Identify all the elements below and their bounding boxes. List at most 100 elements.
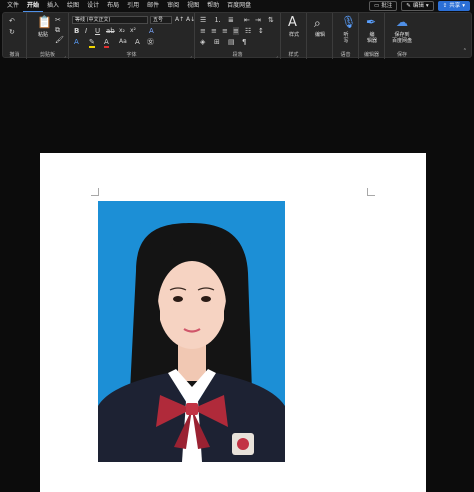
bullets-icon[interactable]: ☰: [200, 16, 206, 24]
bold-icon[interactable]: B: [74, 27, 79, 35]
paragraph-group: ☰ ⒈ ≣ ⇤ ⇥ ⇅ ≡ ≡ ≡ ≡ ☷ ↕ ◈ ⊞ ▤ ¶ 段落 ⌟: [195, 13, 281, 59]
tab-3[interactable]: 绘图: [63, 0, 83, 12]
styles-icon[interactable]: A: [288, 16, 297, 29]
editing-button[interactable]: 编辑: [309, 32, 331, 38]
increase-indent-icon[interactable]: ⇥: [255, 16, 261, 24]
undo-icon[interactable]: ↶: [9, 17, 15, 25]
borders-icon[interactable]: ⊞: [214, 38, 220, 46]
cloud-save-icon[interactable]: ☁: [396, 16, 408, 28]
editor-pen-icon[interactable]: ✒: [366, 16, 376, 28]
dialog-launcher-icon[interactable]: ⌟: [64, 53, 66, 58]
shading-icon[interactable]: ◈: [200, 38, 205, 46]
margin-mark-top-right: [367, 188, 375, 196]
ribbon-tabs: 文件 开始 插入 绘图 设计 布局 引用 邮件 审阅 视图 帮助 百度网盘: [3, 0, 255, 12]
font-group-label: 字体: [126, 52, 137, 58]
clear-formatting-icon[interactable]: A: [149, 27, 154, 35]
char-shading-icon[interactable]: A: [135, 38, 140, 46]
tab-6[interactable]: 引用: [123, 0, 143, 12]
numbering-icon[interactable]: ⒈: [214, 16, 221, 24]
align-right-icon[interactable]: ≡: [222, 27, 228, 35]
text-effects-icon[interactable]: A: [74, 38, 79, 46]
save-group: ☁ 保存到 百度网盘 保存: [385, 13, 419, 59]
distribute-icon[interactable]: ☷: [245, 27, 251, 35]
enclose-char-icon[interactable]: ㊛: [147, 38, 154, 46]
share-button[interactable]: ⇪ 共享 ▾: [437, 1, 470, 11]
underline-icon[interactable]: U: [95, 27, 100, 35]
chinese-layout-icon[interactable]: ▤: [228, 38, 235, 46]
id-photo[interactable]: [98, 201, 285, 462]
undo-group-label: 撤消: [9, 52, 20, 58]
align-center-icon[interactable]: ≡: [211, 27, 217, 35]
highlight-icon[interactable]: ✎: [89, 38, 95, 48]
paste-icon[interactable]: 📋: [37, 16, 52, 28]
editing-group: ⌕ 编辑: [307, 13, 333, 59]
tab-10[interactable]: 帮助: [203, 0, 223, 12]
subscript-icon[interactable]: x₂: [119, 27, 125, 35]
clipboard-group-label: 剪贴板: [39, 52, 55, 58]
save-group-label: 保存: [396, 52, 407, 58]
editing-mode-button[interactable]: ✎ 编辑 ▾: [401, 1, 434, 11]
tab-5[interactable]: 布局: [103, 0, 123, 12]
save-baidu-button-line2[interactable]: 百度网盘: [386, 38, 418, 44]
font-group: 等线 (中文正文) 五号 A↑ A↓ B I U ab x₂ x² A A ✎ …: [69, 13, 195, 59]
document-page[interactable]: [40, 153, 426, 492]
copy-icon[interactable]: ⧉: [55, 26, 60, 34]
justify-icon[interactable]: ≡: [233, 27, 239, 35]
search-icon[interactable]: ⌕: [314, 17, 321, 29]
undo-group: ↶ ↻ 撤消: [3, 13, 27, 59]
grow-font-icon[interactable]: A↑: [175, 16, 184, 24]
ribbon: ↶ ↻ 撤消 📋 粘贴 ✂ ⧉ 🖌 剪贴板 ⌟ 等线 (中文正文) 五号 A↑ …: [2, 12, 472, 59]
font-color-icon[interactable]: A: [104, 38, 109, 48]
shrink-font-icon[interactable]: A↓: [186, 16, 195, 24]
margin-mark-top-left: [91, 188, 99, 196]
editor-group: ✒ 编 辑器 编辑器: [359, 13, 385, 59]
tab-1[interactable]: 开始: [23, 0, 44, 12]
chevron-down-icon: ▾: [462, 3, 465, 9]
font-name-combo[interactable]: 等线 (中文正文): [72, 16, 148, 24]
tab-11[interactable]: 百度网盘: [223, 0, 255, 12]
decrease-indent-icon[interactable]: ⇤: [244, 16, 250, 24]
clipboard-group: 📋 粘贴 ✂ ⧉ 🖌 剪贴板 ⌟: [27, 13, 69, 59]
tab-8[interactable]: 审阅: [163, 0, 183, 12]
editor-button-line2[interactable]: 辑器: [361, 38, 383, 44]
portrait-illustration: [98, 223, 285, 462]
change-case-icon[interactable]: Aa: [119, 38, 127, 46]
tab-9[interactable]: 视图: [183, 0, 203, 12]
comment-icon: ▭: [374, 3, 380, 9]
voice-group-label: 语音: [340, 52, 351, 58]
sort-icon[interactable]: ⇅: [268, 16, 274, 24]
cut-icon[interactable]: ✂: [55, 16, 61, 24]
strikethrough-icon[interactable]: ab: [106, 27, 115, 35]
collapse-ribbon-icon[interactable]: ⌃: [463, 47, 467, 55]
tab-4[interactable]: 设计: [83, 0, 103, 12]
paragraph-group-label: 段落: [232, 52, 243, 58]
dialog-launcher-icon[interactable]: ⌟: [276, 53, 278, 58]
tab-0[interactable]: 文件: [3, 0, 23, 12]
styles-group: A 样式 样式: [281, 13, 307, 59]
styles-group-label: 样式: [288, 52, 299, 58]
align-left-icon[interactable]: ≡: [200, 27, 206, 35]
pencil-icon: ✎: [406, 3, 411, 9]
tab-2[interactable]: 插入: [43, 0, 63, 12]
editor-group-label: 编辑器: [363, 52, 379, 58]
share-icon: ⇪: [442, 3, 448, 9]
chevron-down-icon: ▾: [425, 3, 429, 9]
comment-button[interactable]: ▭ 批注: [369, 1, 398, 11]
microphone-icon[interactable]: 🎙: [341, 16, 356, 28]
show-marks-icon[interactable]: ¶: [242, 38, 246, 46]
italic-icon[interactable]: I: [85, 27, 87, 35]
redo-icon[interactable]: ↻: [9, 28, 15, 36]
tab-7[interactable]: 邮件: [143, 0, 163, 12]
menu-bar: 文件 开始 插入 绘图 设计 布局 引用 邮件 审阅 视图 帮助 百度网盘 ▭ 批注 ✎ 编辑 ▾ ⇪ 共享 ▾: [0, 0, 474, 12]
styles-button[interactable]: 样式: [283, 32, 305, 38]
line-spacing-icon[interactable]: ↕: [258, 27, 264, 35]
font-size-combo[interactable]: 五号: [150, 16, 172, 24]
dialog-launcher-icon[interactable]: ⌟: [190, 53, 192, 58]
format-painter-icon[interactable]: 🖌: [55, 36, 64, 44]
superscript-icon[interactable]: x²: [130, 27, 136, 35]
dictate-button-line2[interactable]: 写: [335, 38, 357, 44]
paste-button[interactable]: 粘贴: [33, 32, 53, 38]
voice-group: 🎙 听 写 语音: [333, 13, 359, 59]
menu-right-controls: ▭ 批注 ✎ 编辑 ▾ ⇪ 共享 ▾: [369, 1, 470, 11]
multilevel-list-icon[interactable]: ≣: [228, 16, 234, 24]
